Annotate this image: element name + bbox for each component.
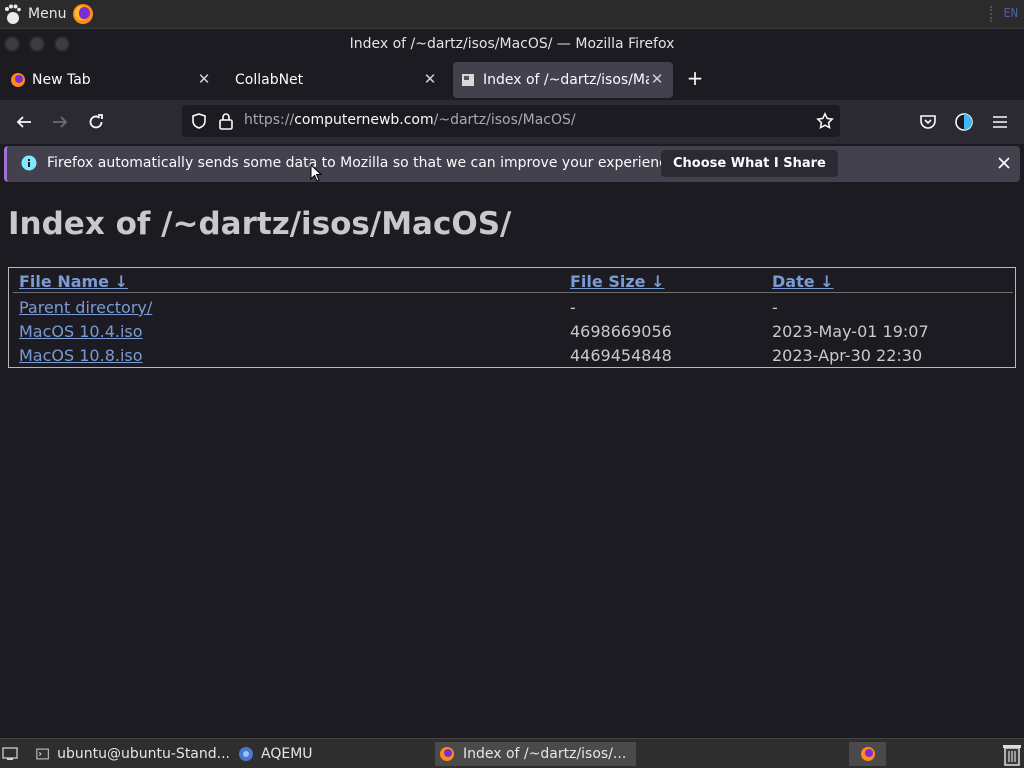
choose-what-i-share-button[interactable]: Choose What I Share xyxy=(661,150,838,177)
file-listing-table: File Name ↓ File Size ↓ Date ↓ Parent di… xyxy=(8,267,1016,368)
taskbar-item-label: Index of /~dartz/isos/... xyxy=(463,746,627,762)
tab-new-tab[interactable]: New Tab ✕ xyxy=(4,62,220,98)
bottom-taskbar: ubuntu@ubuntu-Stand... AQEMU Index of /~… xyxy=(0,738,1024,768)
file-date: 2023-May-01 19:07 xyxy=(772,322,929,341)
firefox-icon xyxy=(11,73,25,87)
url-scheme: https:// xyxy=(244,112,295,128)
file-size: 4469454848 xyxy=(570,346,672,365)
url-host: computernewb.com xyxy=(294,112,434,128)
new-tab-button[interactable]: + xyxy=(684,68,706,90)
column-header-size[interactable]: File Size ↓ xyxy=(570,272,664,291)
firefox-icon xyxy=(440,747,454,761)
trash-icon[interactable] xyxy=(1002,742,1022,766)
keyboard-layout-indicator[interactable]: EN xyxy=(1004,6,1018,20)
tab-close-icon[interactable]: ✕ xyxy=(196,71,212,87)
gnome-foot-icon xyxy=(5,4,21,24)
menu-label: Menu xyxy=(28,6,67,22)
top-panel: Menu EN xyxy=(0,0,1024,28)
pocket-button[interactable] xyxy=(916,110,940,134)
aqemu-icon xyxy=(239,747,253,761)
file-size: - xyxy=(570,298,576,317)
taskbar-item-terminal[interactable]: ubuntu@ubuntu-Stand... xyxy=(34,742,230,766)
tab-label: Index of /~dartz/isos/Ma xyxy=(483,72,649,88)
workspace-switcher[interactable] xyxy=(849,742,886,766)
file-link-macos-10-8[interactable]: MacOS 10.8.iso xyxy=(19,346,143,365)
data-reporting-notification: Firefox automatically sends some data to… xyxy=(4,146,1020,182)
terminal-icon xyxy=(36,748,49,760)
forward-button[interactable] xyxy=(48,110,72,134)
arrow-right-icon xyxy=(53,116,68,128)
taskbar-item-firefox[interactable]: Index of /~dartz/isos/... xyxy=(435,742,636,766)
column-header-name[interactable]: File Name ↓ xyxy=(19,272,128,291)
reload-icon xyxy=(89,114,103,129)
shield-icon[interactable] xyxy=(190,112,208,130)
applications-menu-button[interactable]: Menu xyxy=(0,0,94,28)
tab-collabnet[interactable]: CollabNet ✕ xyxy=(226,62,446,98)
file-link-macos-10-4[interactable]: MacOS 10.4.iso xyxy=(19,322,143,341)
taskbar-item-label: AQEMU xyxy=(261,746,313,762)
app-menu-button[interactable] xyxy=(988,110,1012,134)
url-text[interactable]: https://computernewb.com/~dartz/isos/Mac… xyxy=(244,112,576,128)
notification-message: Firefox automatically sends some data to… xyxy=(47,155,680,171)
page-favicon-icon xyxy=(462,74,474,86)
mouse-cursor-icon xyxy=(310,164,322,182)
window-title: Index of /~dartz/isos/MacOS/ — Mozilla F… xyxy=(349,36,675,52)
bookmark-star-icon[interactable] xyxy=(816,112,834,130)
panel-separator xyxy=(990,6,992,22)
url-bar[interactable]: https://computernewb.com/~dartz/isos/Mac… xyxy=(182,105,840,137)
arrow-left-icon xyxy=(16,116,31,128)
tab-strip: New Tab ✕ CollabNet ✕ Index of /~dartz/i… xyxy=(0,59,1024,100)
pocket-icon xyxy=(920,115,936,129)
firefox-launcher-icon[interactable] xyxy=(72,3,94,25)
tab-index-macos[interactable]: Index of /~dartz/isos/Ma ✕ xyxy=(453,62,673,98)
firefox-icon xyxy=(860,747,875,761)
page-content: Index of /~dartz/isos/MacOS/ File Name ↓… xyxy=(0,164,1024,738)
contrast-circle-icon xyxy=(955,113,973,131)
navigation-toolbar: https://computernewb.com/~dartz/isos/Mac… xyxy=(0,100,1024,144)
tab-close-icon[interactable]: ✕ xyxy=(649,71,665,87)
back-button[interactable] xyxy=(12,110,36,134)
tab-label: New Tab xyxy=(32,72,91,88)
page-title: Index of /~dartz/isos/MacOS/ xyxy=(8,206,512,242)
file-date: 2023-Apr-30 22:30 xyxy=(772,346,923,365)
file-size: 4698669056 xyxy=(570,322,672,341)
close-icon[interactable] xyxy=(996,155,1012,171)
file-link-parent-directory[interactable]: Parent directory/ xyxy=(19,298,152,317)
taskbar-item-aqemu[interactable]: AQEMU xyxy=(236,742,386,766)
taskbar-item-label: ubuntu@ubuntu-Stand... xyxy=(57,746,230,762)
url-path: /~dartz/isos/MacOS/ xyxy=(433,112,576,128)
info-icon xyxy=(21,155,37,171)
account-button[interactable] xyxy=(952,110,976,134)
show-desktop-icon[interactable] xyxy=(2,747,18,761)
tab-close-icon[interactable]: ✕ xyxy=(422,71,438,87)
hamburger-menu-icon xyxy=(993,116,1007,128)
reload-button[interactable] xyxy=(84,110,108,134)
window-titlebar[interactable]: Index of /~dartz/isos/MacOS/ — Mozilla F… xyxy=(0,28,1024,59)
header-divider xyxy=(13,292,1013,293)
tab-label: CollabNet xyxy=(235,72,304,88)
lock-icon[interactable] xyxy=(218,112,234,130)
column-header-date[interactable]: Date ↓ xyxy=(772,272,834,291)
file-date: - xyxy=(772,298,778,317)
